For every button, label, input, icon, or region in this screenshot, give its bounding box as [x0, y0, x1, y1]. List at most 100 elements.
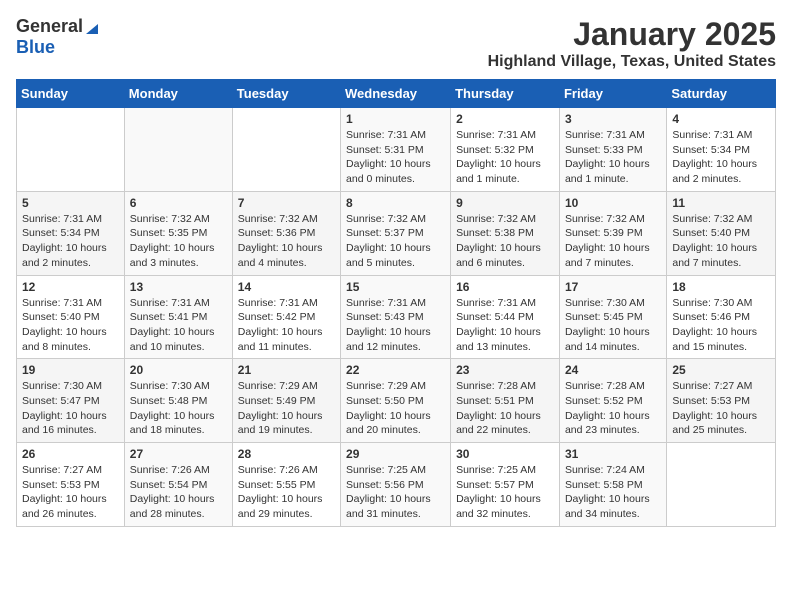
- day-info: Sunrise: 7:31 AMSunset: 5:32 PMDaylight:…: [456, 128, 554, 187]
- weekday-header-row: SundayMondayTuesdayWednesdayThursdayFrid…: [17, 80, 776, 108]
- day-number: 30: [456, 447, 554, 461]
- day-info: Sunrise: 7:24 AMSunset: 5:58 PMDaylight:…: [565, 463, 661, 522]
- calendar-table: SundayMondayTuesdayWednesdayThursdayFrid…: [16, 79, 776, 527]
- day-info: Sunrise: 7:32 AMSunset: 5:37 PMDaylight:…: [346, 212, 445, 271]
- calendar-cell: 13 Sunrise: 7:31 AMSunset: 5:41 PMDayligh…: [124, 275, 232, 359]
- calendar-container: General Blue January 2025 Highland Villa…: [16, 16, 776, 527]
- calendar-cell: 24 Sunrise: 7:28 AMSunset: 5:52 PMDayligh…: [559, 359, 666, 443]
- calendar-cell: 14Sunrise: 7:31 AMSunset: 5:42 PMDayligh…: [232, 275, 340, 359]
- weekday-header-wednesday: Wednesday: [341, 80, 451, 108]
- location-title: Highland Village, Texas, United States: [488, 53, 776, 71]
- day-info: Sunrise: 7:31 AMSunset: 5:44 PMDaylight:…: [456, 296, 554, 355]
- calendar-cell: 26 Sunrise: 7:27 AMSunset: 5:53 PMDayligh…: [17, 443, 125, 527]
- calendar-cell: 6Sunrise: 7:32 AMSunset: 5:35 PMDaylight…: [124, 191, 232, 275]
- day-info: Sunrise: 7:26 AMSunset: 5:55 PMDaylight:…: [238, 463, 335, 522]
- day-info: Sunrise: 7:25 AMSunset: 5:57 PMDaylight:…: [456, 463, 554, 522]
- day-info: Sunrise: 7:25 AMSunset: 5:56 PMDaylight:…: [346, 463, 445, 522]
- day-info: Sunrise: 7:32 AMSunset: 5:39 PMDaylight:…: [565, 212, 661, 271]
- calendar-cell: 22 Sunrise: 7:29 AMSunset: 5:50 PMDayligh…: [341, 359, 451, 443]
- weekday-header-sunday: Sunday: [17, 80, 125, 108]
- day-number: 18: [672, 280, 770, 294]
- day-number: 19: [22, 363, 119, 377]
- day-info: Sunrise: 7:31 AMSunset: 5:31 PMDaylight:…: [346, 128, 445, 187]
- logo-general-text: General: [16, 16, 83, 37]
- day-number: 15: [346, 280, 445, 294]
- calendar-cell: 25 Sunrise: 7:27 AMSunset: 5:53 PMDayligh…: [667, 359, 776, 443]
- calendar-cell: 11 Sunrise: 7:32 AMSunset: 5:40 PMDayligh…: [667, 191, 776, 275]
- calendar-cell: 12Sunrise: 7:31 AMSunset: 5:40 PMDayligh…: [17, 275, 125, 359]
- calendar-cell: 28Sunrise: 7:26 AMSunset: 5:55 PMDayligh…: [232, 443, 340, 527]
- day-number: 16: [456, 280, 554, 294]
- day-number: 1: [346, 112, 445, 126]
- calendar-cell: 30 Sunrise: 7:25 AMSunset: 5:57 PMDayligh…: [451, 443, 560, 527]
- day-number: 3: [565, 112, 661, 126]
- day-number: 10: [565, 196, 661, 210]
- logo: General Blue: [16, 16, 100, 58]
- day-info: Sunrise: 7:30 AMSunset: 5:48 PMDaylight:…: [130, 379, 227, 438]
- weekday-header-friday: Friday: [559, 80, 666, 108]
- day-number: 23: [456, 363, 554, 377]
- week-row-1: 1 Sunrise: 7:31 AMSunset: 5:31 PMDaylight…: [17, 108, 776, 192]
- day-info: Sunrise: 7:32 AMSunset: 5:40 PMDaylight:…: [672, 212, 770, 271]
- day-info: Sunrise: 7:27 AMSunset: 5:53 PMDaylight:…: [22, 463, 119, 522]
- calendar-cell: 18 Sunrise: 7:30 AMSunset: 5:46 PMDayligh…: [667, 275, 776, 359]
- day-number: 7: [238, 196, 335, 210]
- day-number: 2: [456, 112, 554, 126]
- calendar-cell: 8 Sunrise: 7:32 AMSunset: 5:37 PMDaylight…: [341, 191, 451, 275]
- day-number: 27: [130, 447, 227, 461]
- day-number: 22: [346, 363, 445, 377]
- day-info: Sunrise: 7:31 AMSunset: 5:34 PMDaylight:…: [22, 212, 119, 271]
- calendar-cell: [17, 108, 125, 192]
- calendar-cell: 23 Sunrise: 7:28 AMSunset: 5:51 PMDayligh…: [451, 359, 560, 443]
- day-number: 21: [238, 363, 335, 377]
- calendar-cell: 31Sunrise: 7:24 AMSunset: 5:58 PMDayligh…: [559, 443, 666, 527]
- calendar-cell: 16 Sunrise: 7:31 AMSunset: 5:44 PMDayligh…: [451, 275, 560, 359]
- day-info: Sunrise: 7:27 AMSunset: 5:53 PMDaylight:…: [672, 379, 770, 438]
- calendar-cell: 1 Sunrise: 7:31 AMSunset: 5:31 PMDaylight…: [341, 108, 451, 192]
- day-number: 25: [672, 363, 770, 377]
- calendar-cell: 4Sunrise: 7:31 AMSunset: 5:34 PMDaylight…: [667, 108, 776, 192]
- day-number: 14: [238, 280, 335, 294]
- weekday-header-thursday: Thursday: [451, 80, 560, 108]
- day-number: 20: [130, 363, 227, 377]
- calendar-cell: [667, 443, 776, 527]
- calendar-cell: 2 Sunrise: 7:31 AMSunset: 5:32 PMDaylight…: [451, 108, 560, 192]
- title-area: January 2025 Highland Village, Texas, Un…: [488, 16, 776, 71]
- calendar-cell: 7Sunrise: 7:32 AMSunset: 5:36 PMDaylight…: [232, 191, 340, 275]
- day-info: Sunrise: 7:28 AMSunset: 5:51 PMDaylight:…: [456, 379, 554, 438]
- header: General Blue January 2025 Highland Villa…: [16, 16, 776, 71]
- logo-arrow-icon: [84, 20, 100, 36]
- day-number: 4: [672, 112, 770, 126]
- calendar-cell: 9 Sunrise: 7:32 AMSunset: 5:38 PMDaylight…: [451, 191, 560, 275]
- calendar-cell: [232, 108, 340, 192]
- day-number: 29: [346, 447, 445, 461]
- calendar-cell: 19 Sunrise: 7:30 AMSunset: 5:47 PMDayligh…: [17, 359, 125, 443]
- weekday-header-monday: Monday: [124, 80, 232, 108]
- calendar-cell: 29 Sunrise: 7:25 AMSunset: 5:56 PMDayligh…: [341, 443, 451, 527]
- calendar-cell: 3Sunrise: 7:31 AMSunset: 5:33 PMDaylight…: [559, 108, 666, 192]
- day-number: 12: [22, 280, 119, 294]
- day-info: Sunrise: 7:32 AMSunset: 5:38 PMDaylight:…: [456, 212, 554, 271]
- day-number: 6: [130, 196, 227, 210]
- week-row-3: 12Sunrise: 7:31 AMSunset: 5:40 PMDayligh…: [17, 275, 776, 359]
- calendar-cell: 15Sunrise: 7:31 AMSunset: 5:43 PMDayligh…: [341, 275, 451, 359]
- day-number: 13: [130, 280, 227, 294]
- day-info: Sunrise: 7:28 AMSunset: 5:52 PMDaylight:…: [565, 379, 661, 438]
- day-info: Sunrise: 7:31 AMSunset: 5:41 PMDaylight:…: [130, 296, 227, 355]
- day-info: Sunrise: 7:30 AMSunset: 5:47 PMDaylight:…: [22, 379, 119, 438]
- calendar-cell: 27Sunrise: 7:26 AMSunset: 5:54 PMDayligh…: [124, 443, 232, 527]
- calendar-cell: 21 Sunrise: 7:29 AMSunset: 5:49 PMDayligh…: [232, 359, 340, 443]
- day-info: Sunrise: 7:30 AMSunset: 5:46 PMDaylight:…: [672, 296, 770, 355]
- calendar-cell: 17Sunrise: 7:30 AMSunset: 5:45 PMDayligh…: [559, 275, 666, 359]
- day-number: 9: [456, 196, 554, 210]
- day-number: 8: [346, 196, 445, 210]
- calendar-cell: 5Sunrise: 7:31 AMSunset: 5:34 PMDaylight…: [17, 191, 125, 275]
- day-number: 11: [672, 196, 770, 210]
- day-info: Sunrise: 7:29 AMSunset: 5:49 PMDaylight:…: [238, 379, 335, 438]
- day-info: Sunrise: 7:30 AMSunset: 5:45 PMDaylight:…: [565, 296, 661, 355]
- week-row-2: 5Sunrise: 7:31 AMSunset: 5:34 PMDaylight…: [17, 191, 776, 275]
- week-row-5: 26 Sunrise: 7:27 AMSunset: 5:53 PMDayligh…: [17, 443, 776, 527]
- day-number: 24: [565, 363, 661, 377]
- day-info: Sunrise: 7:29 AMSunset: 5:50 PMDaylight:…: [346, 379, 445, 438]
- day-number: 26: [22, 447, 119, 461]
